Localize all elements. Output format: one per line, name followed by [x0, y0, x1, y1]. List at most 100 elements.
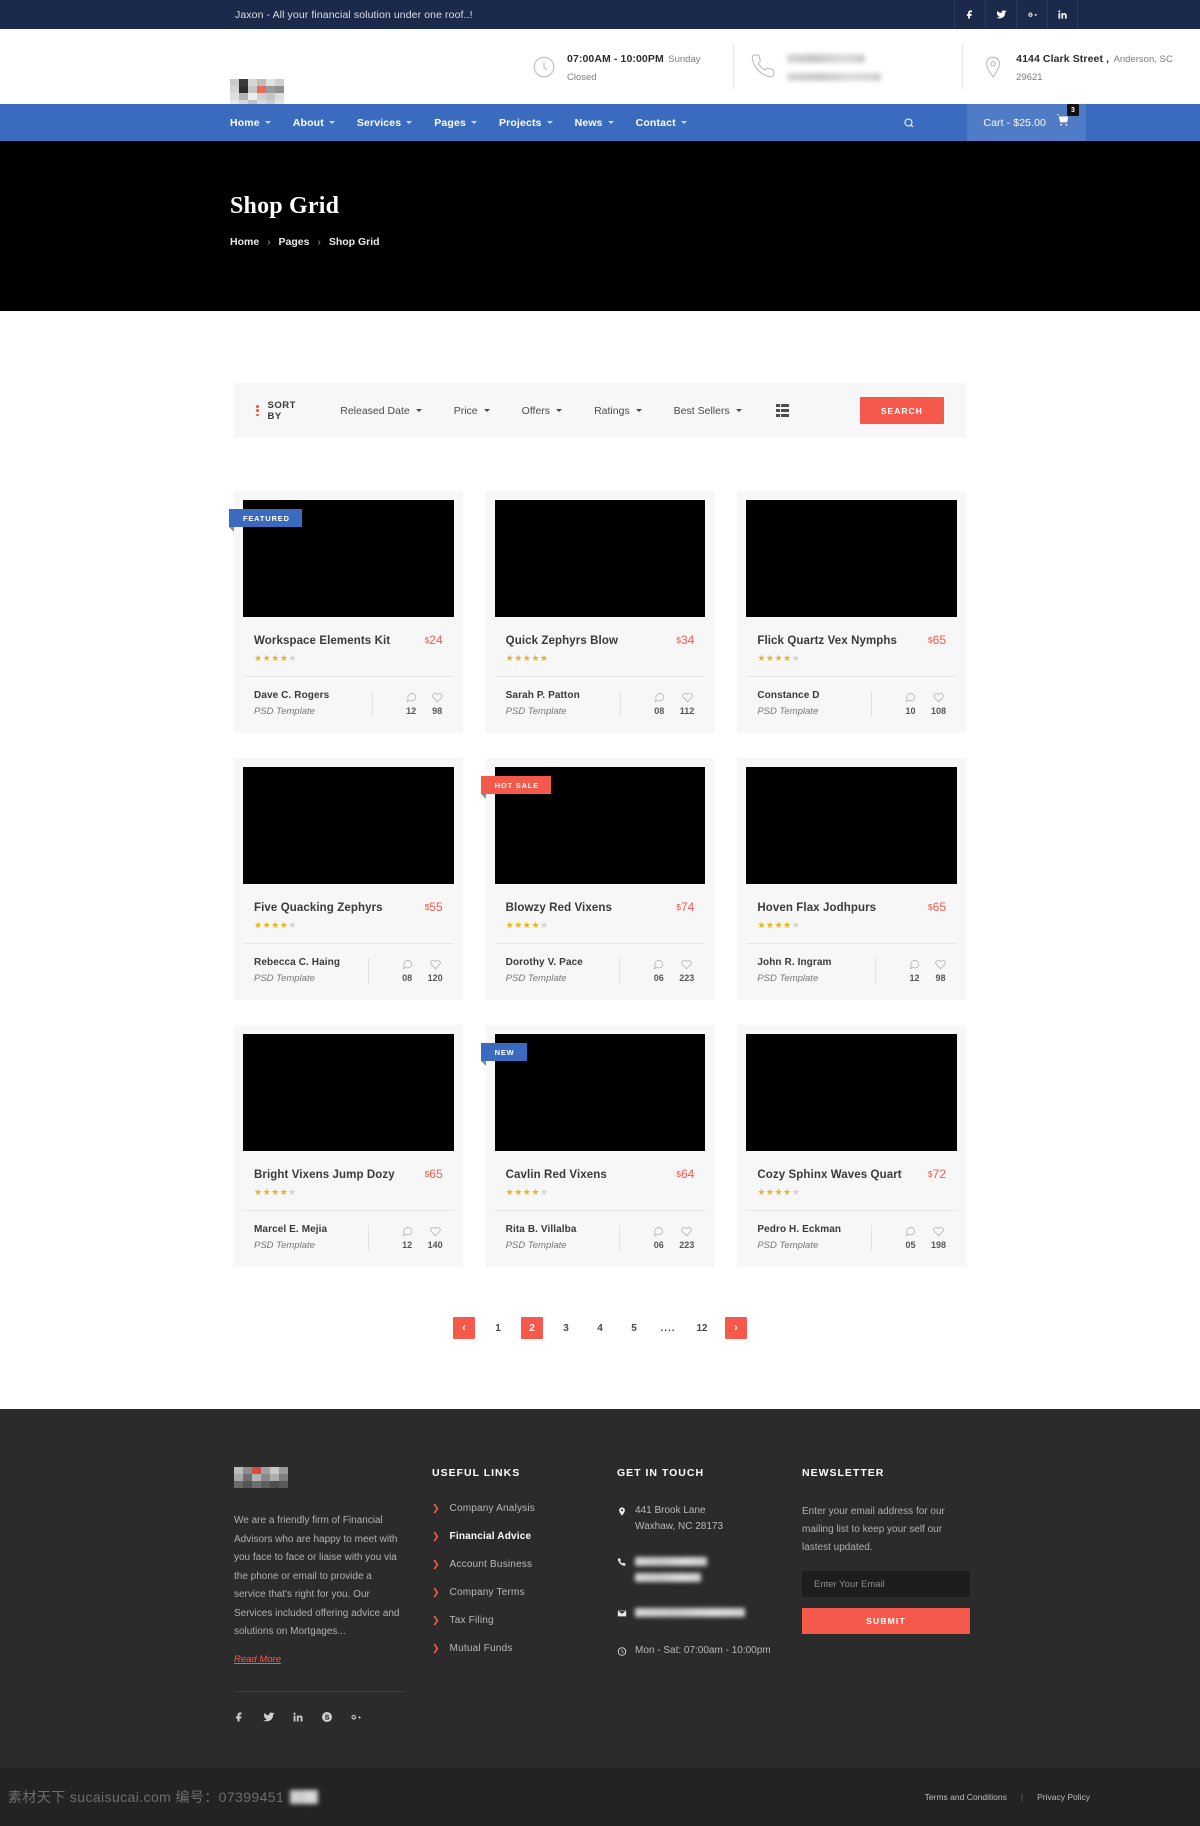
phone-redacted-line1 — [635, 1556, 707, 1566]
grid-view-icon[interactable] — [801, 431, 814, 444]
google-plus-icon[interactable] — [1016, 0, 1047, 29]
sort-option-price[interactable]: Price — [454, 405, 490, 417]
footer-logo[interactable] — [234, 1467, 288, 1488]
footer-link-tax-filing[interactable]: ❯ Tax Filing — [432, 1615, 617, 1626]
site-logo[interactable] — [230, 79, 284, 107]
like-metric[interactable]: 112 — [680, 692, 694, 716]
product-card[interactable]: Bright Vixens Jump Dozy $65 ★★★★★ Marcel… — [234, 1025, 463, 1267]
facebook-icon[interactable] — [954, 0, 985, 29]
comment-icon — [654, 1227, 664, 1237]
product-price: $55 — [425, 900, 443, 914]
linkedin-icon[interactable] — [292, 1710, 304, 1728]
sort-option-ratings[interactable]: Ratings — [594, 405, 642, 417]
product-card[interactable]: FEATURED Workspace Elements Kit $24 ★★★★… — [229, 491, 463, 733]
like-metric[interactable]: 223 — [679, 1226, 694, 1250]
terms-and-conditions-link[interactable]: Terms and Conditions — [925, 1792, 1007, 1802]
product-price: $65 — [928, 900, 946, 914]
pagination-next[interactable]: › — [725, 1317, 747, 1339]
footer-link-financial-advice[interactable]: ❯ Financial Advice — [432, 1531, 617, 1542]
skype-icon[interactable] — [321, 1710, 333, 1728]
product-rating: ★★★★★ — [254, 653, 297, 663]
nav-item-pages[interactable]: Pages — [434, 117, 477, 129]
sort-option-released-date[interactable]: Released Date — [340, 405, 422, 417]
like-metric[interactable]: 120 — [428, 959, 443, 983]
pagination-page-3[interactable]: 3 — [555, 1317, 577, 1339]
price-value: 34 — [680, 633, 695, 647]
chevron-right-icon: ❯ — [432, 1643, 440, 1653]
footer-link-label: Company Analysis — [449, 1503, 536, 1514]
pagination-page-1[interactable]: 1 — [487, 1317, 509, 1339]
comment-metric[interactable]: 12 — [909, 959, 920, 983]
nav-item-contact[interactable]: Contact — [636, 117, 687, 129]
footer-link-account-business[interactable]: ❯ Account Business — [432, 1559, 617, 1570]
like-metric[interactable]: 223 — [679, 959, 694, 983]
pagination-page-5[interactable]: 5 — [623, 1317, 645, 1339]
comment-metric[interactable]: 08 — [654, 692, 665, 716]
nav-item-about[interactable]: About — [293, 117, 335, 129]
comment-metric[interactable]: 12 — [402, 1226, 413, 1250]
pagination-page-4[interactable]: 4 — [589, 1317, 611, 1339]
product-card[interactable]: Flick Quartz Vex Nymphs $65 ★★★★★ Consta… — [737, 491, 966, 733]
like-metric[interactable]: 98 — [432, 692, 443, 716]
product-card[interactable]: Hoven Flax Jodhpurs $65 ★★★★★ John R. In… — [737, 758, 966, 1000]
footer-about-text: We are a friendly firm of Financial Advi… — [234, 1515, 400, 1637]
comment-metric[interactable]: 08 — [402, 959, 413, 983]
nav-item-projects[interactable]: Projects — [499, 117, 553, 129]
footer-link-mutual-funds[interactable]: ❯ Mutual Funds — [432, 1643, 617, 1654]
twitter-icon[interactable] — [263, 1710, 275, 1728]
like-metric[interactable]: 198 — [931, 1226, 946, 1250]
pagination-prev[interactable]: ‹ — [453, 1317, 475, 1339]
heart-icon — [432, 693, 443, 703]
product-type: PSD Template — [505, 973, 567, 984]
search-icon[interactable] — [903, 117, 915, 129]
list-view-icon[interactable] — [775, 404, 789, 417]
read-more-link[interactable]: Read More — [234, 1654, 281, 1665]
chevron-down-icon — [635, 409, 642, 412]
like-metric[interactable]: 108 — [931, 692, 946, 716]
pagination-page-2[interactable]: 2 — [521, 1317, 543, 1339]
search-button[interactable]: SEARCH — [859, 397, 944, 424]
envelope-icon — [617, 1606, 630, 1624]
product-rating: ★★★★★ — [505, 1187, 549, 1197]
twitter-icon[interactable] — [985, 0, 1016, 29]
sort-dots-icon — [256, 405, 259, 416]
comment-metric[interactable]: 06 — [653, 959, 664, 983]
facebook-icon[interactable] — [234, 1710, 246, 1728]
sort-option-offers[interactable]: Offers — [522, 405, 563, 417]
chevron-down-icon — [483, 409, 490, 412]
linkedin-icon[interactable] — [1047, 0, 1078, 29]
product-card[interactable]: Cozy Sphinx Waves Quart $72 ★★★★★ Pedro … — [737, 1025, 966, 1267]
chevron-right-icon: ❯ — [432, 1559, 440, 1569]
nav-items: Home About Services Pages Projects News … — [230, 104, 709, 141]
product-image — [494, 500, 706, 617]
sort-option-best-sellers[interactable]: Best Sellers — [674, 405, 742, 417]
pagination-ellipsis: .... — [660, 1322, 676, 1334]
breadcrumb-item-home[interactable]: Home — [230, 236, 259, 248]
product-card[interactable]: HOT SALE Blowzy Red Vixens $74 ★★★★★ Dor… — [480, 758, 715, 1000]
comment-metric[interactable]: 06 — [653, 1226, 664, 1250]
comment-metric[interactable]: 10 — [905, 692, 916, 716]
newsletter-submit-button[interactable]: SUBMIT — [802, 1608, 970, 1634]
like-metric[interactable]: 98 — [935, 959, 946, 983]
footer-newsletter-column: NEWSLETTER Enter your email address for … — [802, 1467, 970, 1728]
link-separator: | — [1020, 1791, 1024, 1802]
comment-metric[interactable]: 05 — [905, 1226, 916, 1250]
nav-item-services[interactable]: Services — [357, 117, 413, 129]
product-card[interactable]: Five Quacking Zephyrs $55 ★★★★★ Rebecca … — [234, 758, 463, 1000]
pagination-page-12[interactable]: 12 — [691, 1317, 713, 1339]
product-card[interactable]: NEW Cavlin Red Vixens $64 ★★★★★ Rita B. … — [480, 1025, 715, 1267]
bottom-bar: 素材天下 sucaisucai.com 编号：07399451 Terms an… — [0, 1767, 1200, 1826]
footer-link-company-analysis[interactable]: ❯ Company Analysis — [432, 1503, 617, 1514]
google-plus-icon[interactable] — [350, 1710, 362, 1728]
like-metric[interactable]: 140 — [428, 1226, 443, 1250]
product-card[interactable]: Quick Zephyrs Blow $34 ★★★★★ Sarah P. Pa… — [485, 491, 715, 733]
comment-metric[interactable]: 12 — [406, 692, 417, 716]
breadcrumb-item-pages[interactable]: Pages — [279, 236, 310, 248]
newsletter-email-input[interactable] — [802, 1571, 970, 1597]
privacy-policy-link[interactable]: Privacy Policy — [1037, 1792, 1090, 1802]
footer-link-company-terms[interactable]: ❯ Company Terms — [432, 1587, 617, 1598]
cart-button[interactable]: Cart - $25.00 3 — [967, 104, 1086, 141]
phone-redacted-line2 — [786, 72, 881, 81]
nav-item-news[interactable]: News — [575, 117, 614, 129]
nav-item-home[interactable]: Home — [230, 117, 271, 129]
